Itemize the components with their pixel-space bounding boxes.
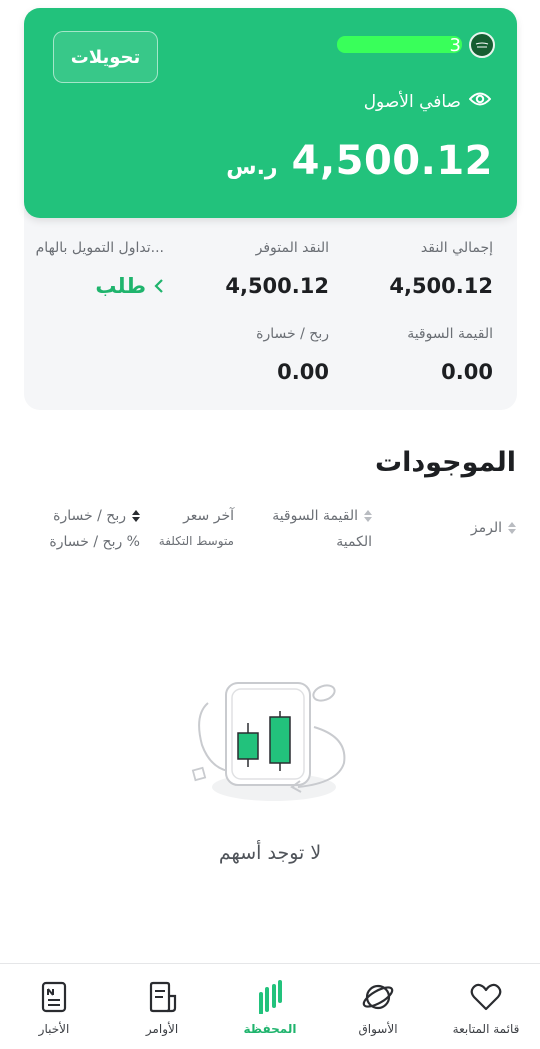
sort-icon — [364, 510, 372, 522]
available-cash-value: 4,500.12 — [225, 274, 329, 298]
profit-loss-label: ربح / خسارة — [256, 326, 329, 342]
nav-label: قائمة المتابعة — [452, 1022, 520, 1036]
profit-loss-column-header[interactable]: ربح / خسارة — [53, 508, 140, 524]
market-value-label: القيمة السوقية — [407, 326, 493, 342]
available-cash-stat: النقد المتوفر 4,500.12 — [225, 240, 329, 298]
market-value-value: 0.00 — [441, 360, 493, 384]
chevron-left-icon — [154, 274, 164, 298]
margin-request-label: طلب — [95, 274, 146, 298]
cash-summary-card: إجمالي النقد 4,500.12 النقد المتوفر 4,50… — [24, 190, 517, 410]
sort-icon — [508, 522, 516, 534]
saudi-flag-icon — [469, 32, 495, 58]
nav-label: الأوامر — [145, 1022, 179, 1036]
account-number: 3 — [449, 34, 461, 56]
nav-item-watchlist[interactable]: قائمة المتابعة — [432, 964, 540, 1049]
margin-trading-label: تداول التمويل بالهام... — [35, 240, 164, 256]
profit-loss-stat: ربح / خسارة 0.00 — [256, 326, 329, 384]
sort-icon-active — [132, 510, 140, 522]
net-assets-label: صافي الأصول — [363, 91, 461, 112]
avg-cost-column-header: متوسط التكلفة — [159, 534, 234, 548]
nav-label: الأخبار — [38, 1022, 70, 1036]
bottom-navigation: الأخبار الأوامر المحفظة الأسواق قائمة ال… — [0, 963, 540, 1049]
news-icon — [41, 981, 67, 1013]
profit-loss-pct-column-header: ربح / خسارة % — [49, 534, 140, 550]
margin-request-link[interactable]: طلب — [36, 274, 164, 298]
available-cash-label: النقد المتوفر — [255, 240, 329, 256]
nav-label: المحفظة — [243, 1022, 297, 1036]
empty-holdings-illustration — [188, 675, 350, 810]
market-value-stat: القيمة السوقية 0.00 — [407, 326, 493, 384]
eye-icon[interactable] — [468, 91, 492, 112]
portfolio-bars-icon — [259, 980, 282, 1014]
profit-loss-header-label: ربح / خسارة — [53, 508, 126, 524]
margin-trading-stat: تداول التمويل بالهام... طلب — [36, 240, 164, 298]
total-cash-value: 4,500.12 — [389, 274, 493, 298]
avg-cost-header-label: متوسط التكلفة — [158, 534, 234, 548]
holdings-title: الموجودات — [374, 447, 516, 478]
symbol-header-label: الرمز — [470, 520, 502, 536]
planet-icon — [362, 984, 394, 1010]
net-assets-card: تحويلات 3 صافي الأصول ر.س 4,500.12 — [24, 8, 517, 218]
account-selector[interactable]: 3 — [450, 32, 495, 58]
total-cash-label: إجمالي النقد — [420, 240, 493, 256]
market-value-header-label: القيمة السوقية — [272, 508, 358, 524]
market-value-column-header[interactable]: القيمة السوقية — [272, 508, 372, 524]
account-number-redaction — [337, 36, 462, 53]
nav-item-orders[interactable]: الأوامر — [108, 964, 216, 1049]
last-price-header-label: آخر سعر — [183, 508, 234, 524]
heart-icon — [470, 983, 502, 1011]
transfers-button[interactable]: تحويلات — [53, 31, 158, 83]
nav-label: الأسواق — [358, 1022, 398, 1036]
last-price-column-header[interactable]: آخر سعر — [183, 508, 234, 524]
net-assets-value-row: ر.س 4,500.12 — [226, 138, 493, 184]
nav-item-portfolio[interactable]: المحفظة — [216, 964, 324, 1049]
empty-holdings-text: لا توجد أسهم — [218, 842, 322, 864]
net-assets-value: 4,500.12 — [291, 138, 493, 184]
nav-item-markets[interactable]: الأسواق — [324, 964, 432, 1049]
total-cash-stat: إجمالي النقد 4,500.12 — [389, 240, 493, 298]
quantity-header-label: الكمية — [336, 534, 372, 550]
quantity-column-header: الكمية — [336, 534, 372, 550]
nav-item-news[interactable]: الأخبار — [0, 964, 108, 1049]
currency-label: ر.س — [226, 155, 278, 180]
net-assets-label-row: صافي الأصول — [363, 91, 492, 112]
symbol-column-header[interactable]: الرمز — [471, 520, 516, 536]
orders-document-icon — [149, 981, 177, 1013]
profit-loss-value: 0.00 — [277, 360, 329, 384]
profit-loss-pct-header-label: ربح / خسارة % — [49, 534, 140, 550]
